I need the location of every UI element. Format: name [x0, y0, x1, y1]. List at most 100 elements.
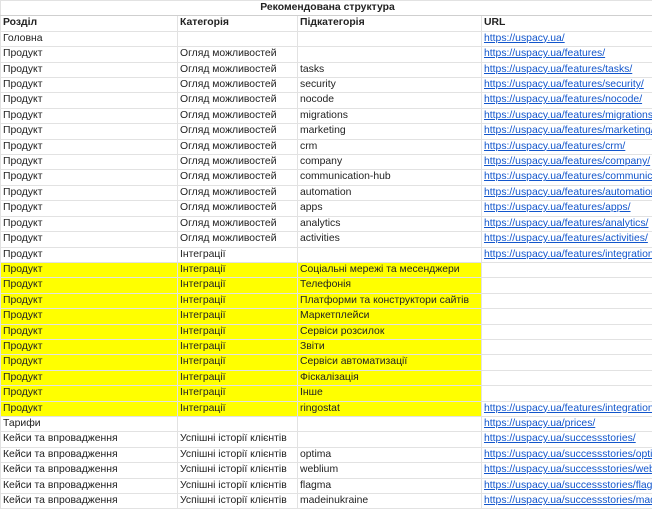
cell-section[interactable]: Продукт: [0, 308, 178, 325]
cell-category[interactable]: Інтеграції: [177, 292, 298, 310]
cell-section[interactable]: Продукт: [0, 231, 178, 248]
cell-subcategory[interactable]: automation: [297, 184, 482, 202]
cell-category[interactable]: Огляд можливостей: [177, 107, 298, 125]
cell-category[interactable]: Огляд можливостей: [177, 61, 298, 79]
cell-subcategory[interactable]: analytics: [297, 215, 482, 233]
cell-url[interactable]: https://uspacy.ua/features/nocode/: [481, 92, 652, 109]
cell-url[interactable]: https://uspacy.ua/features/security/: [481, 77, 652, 94]
cell-category[interactable]: Огляд можливостей: [177, 231, 298, 248]
cell-url[interactable]: https://uspacy.ua/features/crm/: [481, 138, 652, 156]
cell-url[interactable]: https://uspacy.ua/features/migrations/: [481, 107, 652, 125]
cell-category[interactable]: Інтеграції: [177, 261, 298, 279]
cell-section[interactable]: Продукт: [0, 215, 178, 233]
cell-url[interactable]: https://uspacy.ua/successstories/weblium…: [481, 462, 652, 479]
cell-subcategory[interactable]: [297, 46, 482, 63]
cell-category[interactable]: Огляд можливостей: [177, 138, 298, 156]
cell-section[interactable]: Продукт: [0, 123, 178, 140]
cell-section[interactable]: Кейси та впровадження: [0, 446, 178, 464]
cell-category[interactable]: Огляд можливостей: [177, 215, 298, 233]
cell-url[interactable]: [481, 369, 652, 387]
cell-section[interactable]: Продукт: [0, 200, 178, 217]
cell-subcategory[interactable]: madeinukraine: [297, 492, 482, 510]
cell-url[interactable]: https://uspacy.ua/features/activities/: [481, 231, 652, 248]
cell-category[interactable]: Огляд можливостей: [177, 46, 298, 63]
cell-category[interactable]: [177, 415, 298, 433]
cell-section[interactable]: Кейси та впровадження: [0, 492, 178, 510]
cell-section[interactable]: Продукт: [0, 385, 178, 402]
cell-url[interactable]: [481, 308, 652, 325]
cell-section[interactable]: Продукт: [0, 77, 178, 94]
cell-subcategory[interactable]: Інше: [297, 385, 482, 402]
cell-category[interactable]: Огляд можливостей: [177, 77, 298, 94]
cell-section[interactable]: Продукт: [0, 338, 178, 356]
cell-section[interactable]: Кейси та впровадження: [0, 477, 178, 495]
cell-subcategory[interactable]: Сервіси автоматизації: [297, 354, 482, 371]
cell-section[interactable]: Продукт: [0, 277, 178, 294]
cell-category[interactable]: Огляд можливостей: [177, 123, 298, 140]
cell-url[interactable]: https://uspacy.ua/features/tasks/: [481, 61, 652, 79]
cell-section[interactable]: Продукт: [0, 154, 178, 171]
cell-category[interactable]: Успішні історії клієнтів: [177, 446, 298, 464]
cell-subcategory[interactable]: flagma: [297, 477, 482, 495]
cell-subcategory[interactable]: company: [297, 154, 482, 171]
cell-section[interactable]: Продукт: [0, 184, 178, 202]
cell-category[interactable]: Інтеграції: [177, 277, 298, 294]
header-subcategory[interactable]: Підкатегорія: [297, 15, 482, 32]
cell-url[interactable]: https://uspacy.ua/successstories/: [481, 431, 652, 448]
cell-category[interactable]: Інтеграції: [177, 354, 298, 371]
cell-category[interactable]: Інтеграції: [177, 369, 298, 387]
cell-subcategory[interactable]: ringostat: [297, 400, 482, 417]
cell-subcategory[interactable]: communication-hub: [297, 169, 482, 186]
cell-section[interactable]: Продукт: [0, 292, 178, 310]
cell-category[interactable]: Інтеграції: [177, 400, 298, 417]
cell-subcategory[interactable]: Телефонія: [297, 277, 482, 294]
cell-url[interactable]: [481, 354, 652, 371]
cell-category[interactable]: [177, 30, 298, 48]
cell-section[interactable]: Кейси та впровадження: [0, 462, 178, 479]
cell-section[interactable]: Продукт: [0, 92, 178, 109]
header-url[interactable]: URL: [481, 15, 652, 32]
cell-category[interactable]: Інтеграції: [177, 308, 298, 325]
cell-category[interactable]: Огляд можливостей: [177, 200, 298, 217]
header-category[interactable]: Категорія: [177, 15, 298, 32]
cell-section[interactable]: Продукт: [0, 400, 178, 417]
cell-url[interactable]: https://uspacy.ua/successstories/flagma/: [481, 477, 652, 495]
cell-category[interactable]: Успішні історії клієнтів: [177, 477, 298, 495]
cell-url[interactable]: https://uspacy.ua/features/integrations/…: [481, 400, 652, 417]
cell-subcategory[interactable]: [297, 246, 482, 263]
cell-section[interactable]: Кейси та впровадження: [0, 431, 178, 448]
cell-subcategory[interactable]: migrations: [297, 107, 482, 125]
cell-section[interactable]: Продукт: [0, 46, 178, 63]
cell-section[interactable]: Продукт: [0, 261, 178, 279]
cell-subcategory[interactable]: Маркетплейси: [297, 308, 482, 325]
cell-section[interactable]: Продукт: [0, 354, 178, 371]
cell-url[interactable]: https://uspacy.ua/features/: [481, 46, 652, 63]
cell-category[interactable]: Інтеграції: [177, 385, 298, 402]
cell-url[interactable]: https://uspacy.ua/features/automation/: [481, 184, 652, 202]
cell-subcategory[interactable]: security: [297, 77, 482, 94]
cell-category[interactable]: Огляд можливостей: [177, 184, 298, 202]
cell-category[interactable]: Інтеграції: [177, 246, 298, 263]
cell-subcategory[interactable]: Платформи та конструктори сайтів: [297, 292, 482, 310]
cell-section[interactable]: Продукт: [0, 246, 178, 263]
cell-subcategory[interactable]: Сервіси розсилок: [297, 323, 482, 340]
cell-category[interactable]: Огляд можливостей: [177, 154, 298, 171]
cell-url[interactable]: [481, 385, 652, 402]
cell-url[interactable]: https://uspacy.ua/successstories/madeinu…: [481, 492, 652, 510]
cell-subcategory[interactable]: apps: [297, 200, 482, 217]
cell-subcategory[interactable]: tasks: [297, 61, 482, 79]
cell-url[interactable]: [481, 292, 652, 310]
cell-url[interactable]: https://uspacy.ua/features/communication…: [481, 169, 652, 186]
cell-category[interactable]: Успішні історії клієнтів: [177, 431, 298, 448]
cell-section[interactable]: Продукт: [0, 61, 178, 79]
cell-url[interactable]: https://uspacy.ua/: [481, 30, 652, 48]
cell-subcategory[interactable]: marketing: [297, 123, 482, 140]
cell-category[interactable]: Інтеграції: [177, 323, 298, 340]
cell-subcategory[interactable]: weblium: [297, 462, 482, 479]
cell-section[interactable]: Продукт: [0, 323, 178, 340]
cell-subcategory[interactable]: nocode: [297, 92, 482, 109]
cell-url[interactable]: https://uspacy.ua/features/integrations/: [481, 246, 652, 263]
cell-category[interactable]: Успішні історії клієнтів: [177, 492, 298, 510]
cell-url[interactable]: [481, 338, 652, 356]
cell-url[interactable]: https://uspacy.ua/features/analytics/: [481, 215, 652, 233]
